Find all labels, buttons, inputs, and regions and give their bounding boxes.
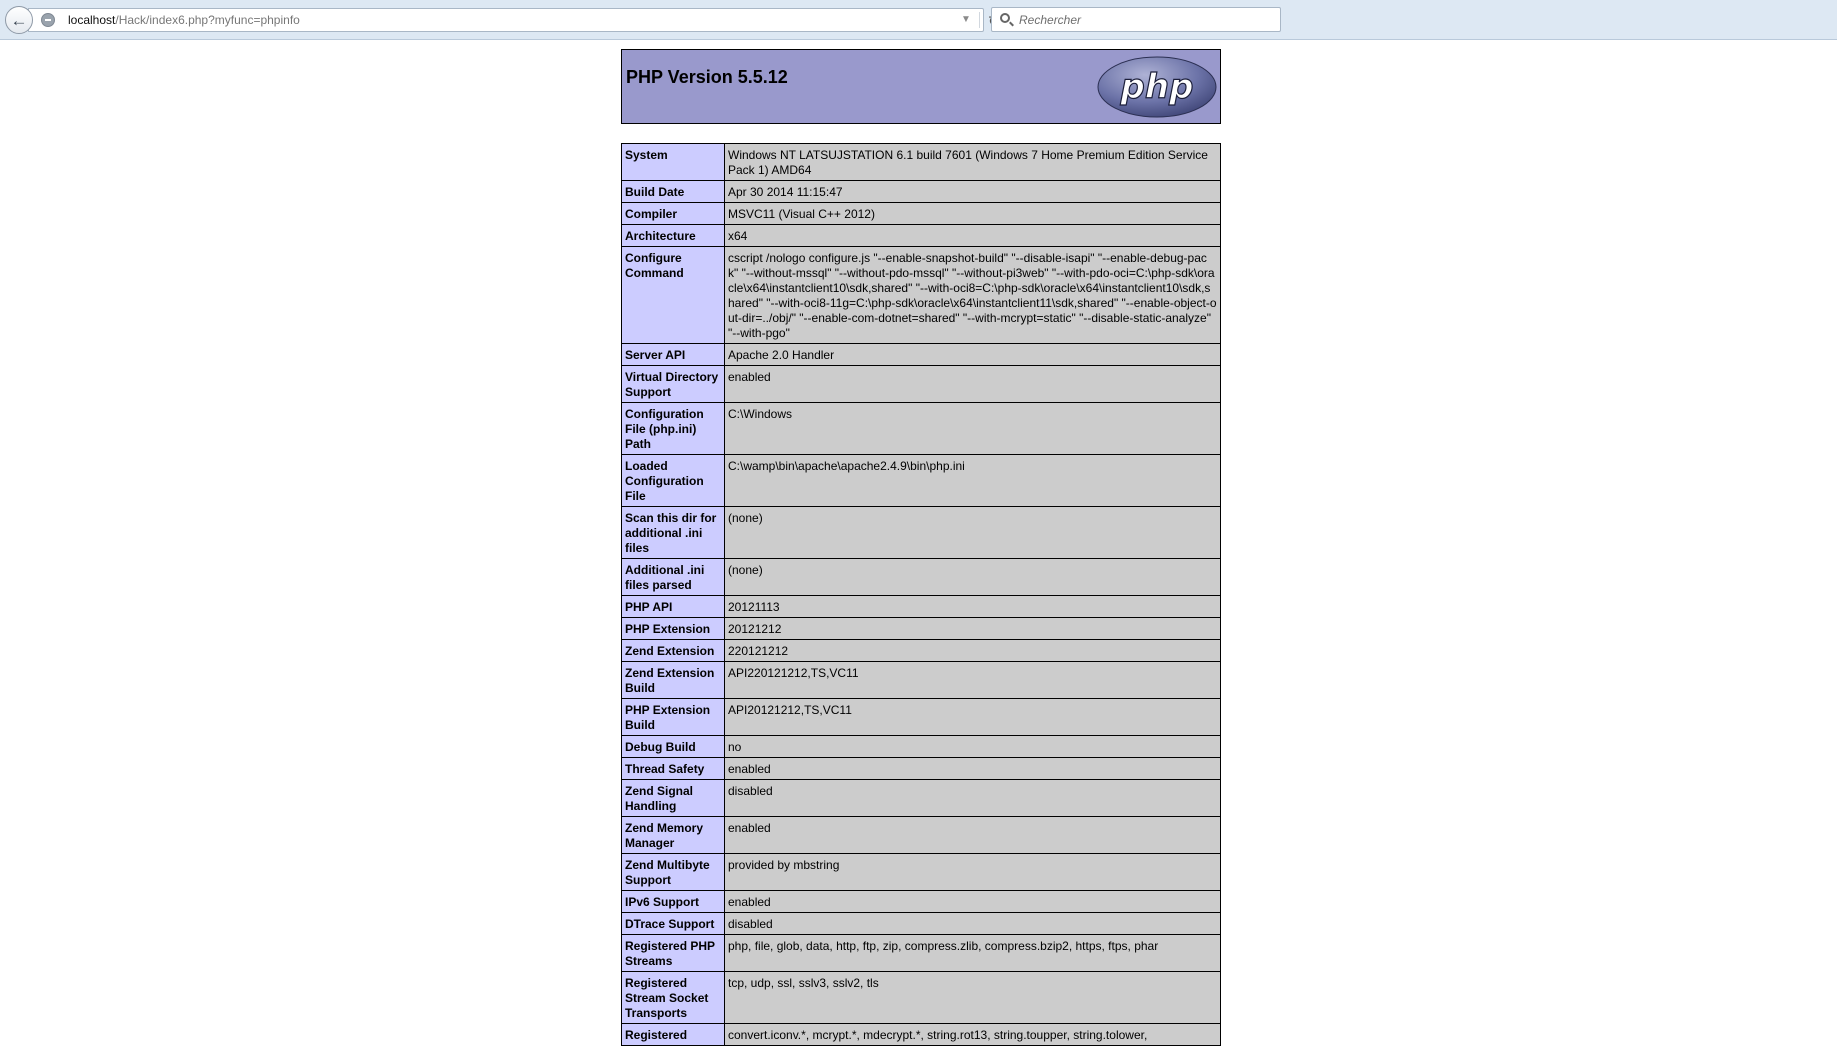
table-row: Zend Signal Handling disabled (621, 779, 1221, 817)
table-row: IPv6 Support enabled (621, 890, 1221, 913)
url-history-dropdown-icon[interactable]: ▼ (961, 14, 971, 25)
url-host: localhost (68, 13, 116, 27)
table-row: Debug Build no (621, 735, 1221, 758)
table-row: Loaded Configuration File C:\wamp\bin\apa… (621, 454, 1221, 507)
table-row: Configuration File (php.ini) Path C:\Wind… (621, 402, 1221, 455)
row-label: DTrace Support (621, 912, 725, 935)
row-label: IPv6 Support (621, 890, 725, 913)
phpinfo-header: PHP Version 5.5.12 php (621, 49, 1221, 124)
page-title: PHP Version 5.5.12 (626, 67, 788, 87)
row-value: convert.iconv.*, mcrypt.*, mdecrypt.*, s… (724, 1023, 1221, 1046)
row-value: C:\Windows (724, 402, 1221, 455)
row-label: PHP Extension (621, 617, 725, 640)
row-value: Apr 30 2014 11:15:47 (724, 180, 1221, 203)
row-value: disabled (724, 779, 1221, 817)
url-text[interactable]: localhost/Hack/index6.php?myfunc=phpinfo (68, 13, 300, 27)
row-value: 20121212 (724, 617, 1221, 640)
row-value: disabled (724, 912, 1221, 935)
row-value: (none) (724, 558, 1221, 596)
row-label: System (621, 143, 725, 181)
row-value: C:\wamp\bin\apache\apache2.4.9\bin\php.i… (724, 454, 1221, 507)
table-row: Zend Memory Manager enabled (621, 816, 1221, 854)
table-row: Server API Apache 2.0 Handler (621, 343, 1221, 366)
search-icon (1000, 13, 1010, 23)
table-row: Compiler MSVC11 (Visual C++ 2012) (621, 202, 1221, 225)
row-label: Zend Extension (621, 639, 725, 662)
url-bar[interactable]: localhost/Hack/index6.php?myfunc=phpinfo… (28, 8, 1000, 32)
row-label: PHP Extension Build (621, 698, 725, 736)
search-placeholder: Rechercher (1019, 13, 1082, 27)
table-row: Additional .ini files parsed (none) (621, 558, 1221, 596)
row-value: Apache 2.0 Handler (724, 343, 1221, 366)
table-row: Scan this dir for additional .ini files(… (621, 506, 1221, 559)
row-label: Scan this dir for additional .ini files (621, 506, 725, 559)
row-value: php, file, glob, data, http, ftp, zip, c… (724, 934, 1221, 972)
row-label: Loaded Configuration File (621, 454, 725, 507)
row-label: Configuration File (php.ini) Path (621, 402, 725, 455)
table-row: System Windows NT LATSUJSTATION 6.1 build… (621, 143, 1221, 181)
row-label: Zend Multibyte Support (621, 853, 725, 891)
table-row: Build Date Apr 30 2014 11:15:47 (621, 180, 1221, 203)
table-row: Registered Stream Socket Transports tcp, … (621, 971, 1221, 1024)
row-label: Architecture (621, 224, 725, 247)
table-row: Virtual Directory Support enabled (621, 365, 1221, 403)
row-value: tcp, udp, ssl, sslv3, sslv2, tls (724, 971, 1221, 1024)
row-label: Debug Build (621, 735, 725, 758)
row-label: Compiler (621, 202, 725, 225)
row-label: Server API (621, 343, 725, 366)
url-divider (979, 12, 980, 28)
row-value: enabled (724, 757, 1221, 780)
site-identity-icon[interactable] (41, 13, 55, 27)
table-row: Configure Command cscript /nologo configu… (621, 246, 1221, 344)
row-value: cscript /nologo configure.js "--enable-s… (724, 246, 1221, 344)
table-row: Zend Extension Build API220121212,TS,VC11 (621, 661, 1221, 699)
row-label: Additional .ini files parsed (621, 558, 725, 596)
row-label: Configure Command (621, 246, 725, 344)
php-logo-text: php (1120, 67, 1194, 107)
row-value: API20121212,TS,VC11 (724, 698, 1221, 736)
row-label: Registered (621, 1023, 725, 1046)
table-row: PHP API 20121113 (621, 595, 1221, 618)
row-value: API220121212,TS,VC11 (724, 661, 1221, 699)
table-row: Zend Multibyte Support provided by mbstri… (621, 853, 1221, 891)
row-label: Thread Safety (621, 757, 725, 780)
php-logo-icon: php (1097, 56, 1217, 118)
browser-toolbar: ← localhost/Hack/index6.php?myfunc=phpin… (0, 0, 1837, 40)
row-value: x64 (724, 224, 1221, 247)
table-row: Architecture x64 (621, 224, 1221, 247)
table-row: Registered PHP Streams php, file, glob, d… (621, 934, 1221, 972)
row-label: Virtual Directory Support (621, 365, 725, 403)
table-row: Thread Safety enabled (621, 757, 1221, 780)
row-value: no (724, 735, 1221, 758)
search-bar[interactable]: Rechercher (991, 7, 1281, 32)
row-value: enabled (724, 890, 1221, 913)
table-row: Zend Extension 220121212 (621, 639, 1221, 662)
row-value: provided by mbstring (724, 853, 1221, 891)
row-label: Build Date (621, 180, 725, 203)
row-value: Windows NT LATSUJSTATION 6.1 build 7601 … (724, 143, 1221, 181)
row-value: enabled (724, 365, 1221, 403)
row-label: Zend Memory Manager (621, 816, 725, 854)
row-value: 20121113 (724, 595, 1221, 618)
url-path: /Hack/index6.php?myfunc=phpinfo (115, 13, 300, 27)
table-row: DTrace Support disabled (621, 912, 1221, 935)
back-arrow-icon[interactable]: ← (5, 6, 33, 34)
row-label: Registered PHP Streams (621, 934, 725, 972)
row-label: Registered Stream Socket Transports (621, 971, 725, 1024)
row-value: (none) (724, 506, 1221, 559)
row-label: Zend Signal Handling (621, 779, 725, 817)
row-label: PHP API (621, 595, 725, 618)
row-value: 220121212 (724, 639, 1221, 662)
table-row: PHP Extension 20121212 (621, 617, 1221, 640)
row-label: Zend Extension Build (621, 661, 725, 699)
row-value: enabled (724, 816, 1221, 854)
phpinfo-content: PHP Version 5.5.12 php System Windows NT … (621, 49, 1221, 1046)
table-row: PHP Extension Build API20121212,TS,VC11 (621, 698, 1221, 736)
table-row: Registered convert.iconv.*, mcrypt.*, mde… (621, 1023, 1221, 1046)
phpinfo-table: System Windows NT LATSUJSTATION 6.1 build… (621, 143, 1221, 1046)
row-value: MSVC11 (Visual C++ 2012) (724, 202, 1221, 225)
